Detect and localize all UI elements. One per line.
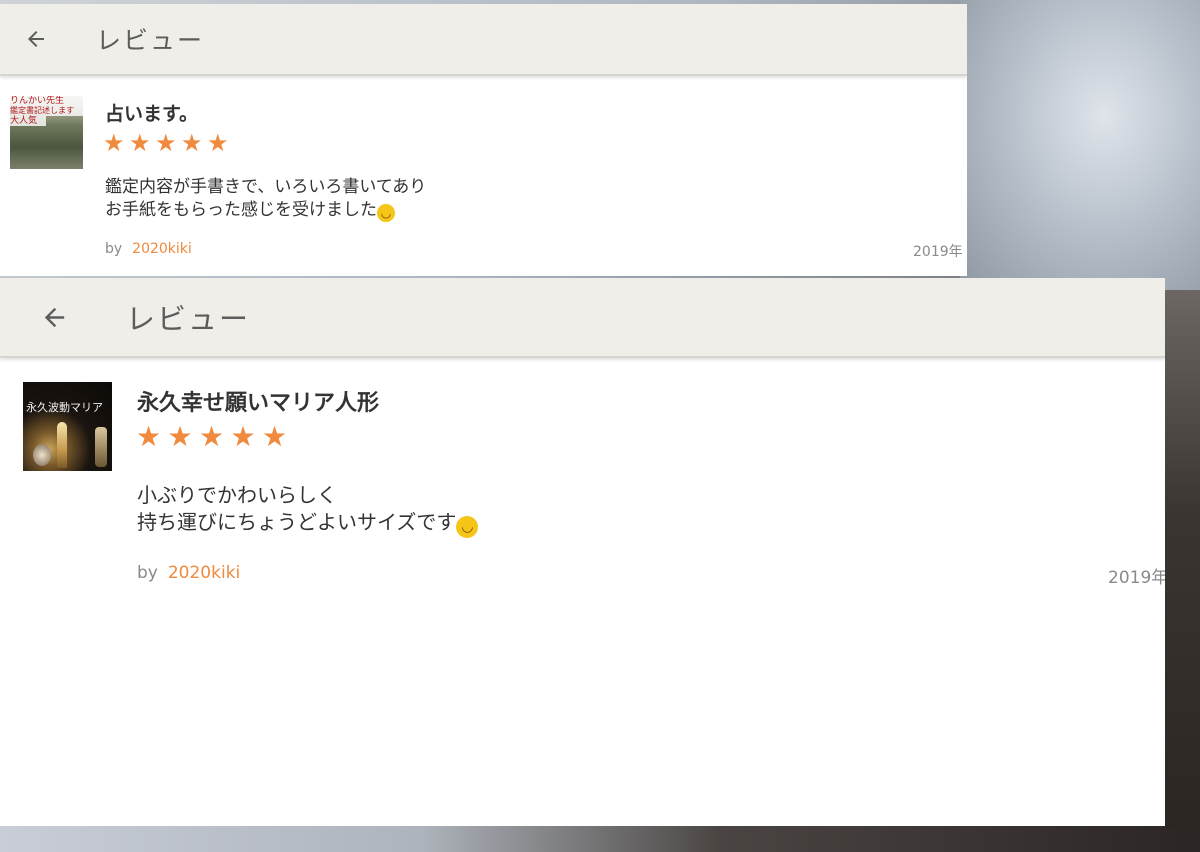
by-label: by [105,241,123,257]
product-title: 永久幸せ願いマリア人形 [137,391,380,416]
review-body-line: 鑑定内容が手書きで、いろいろ書いてあり [105,177,427,197]
author-link[interactable]: 2020kiki [168,563,240,583]
review-screen-1: レビュー りんかい先生 鑑定書記述します 大人気 占います。 ★ ★ ★ ★ ★… [0,4,967,276]
page-title: レビュー [126,302,251,336]
review-body-line: お手紙をもらった感じを受けました [105,200,377,220]
review-meta: by 2020kiki [137,563,240,583]
thumbnail-text: 鑑定書記述します [10,106,83,116]
star-rating: ★ ★ ★ ★ ★ [136,423,294,451]
review-body: 小ぶりでかわいらしく 持ち運びにちょうどよいサイズです ◡ [137,482,479,538]
thumbnail-figure [57,422,67,468]
star-icon: ★ [262,420,288,453]
review-meta: by 2020kiki [105,241,192,257]
author-link[interactable]: 2020kiki [132,241,192,257]
back-button[interactable] [16,19,56,59]
review-screen-2: レビュー 永久波動マリア 永久幸せ願いマリア人形 ★ ★ ★ ★ ★ 小ぶりでか… [0,278,1165,826]
app-bar: レビュー [0,4,967,76]
review-date: 2019年 [913,244,963,260]
product-thumbnail[interactable]: りんかい先生 鑑定書記述します 大人気 [10,96,83,169]
smiling-face-emoji-icon: ◡ [456,516,479,538]
background-photo-bottom [0,826,1200,852]
thumbnail-text: 大人気 [10,116,46,126]
star-icon: ★ [230,420,256,453]
star-icon: ★ [181,129,203,157]
by-label: by [137,563,158,583]
review-body-line: 持ち運びにちょうどよいサイズです [137,510,457,534]
thumbnail-figure [95,427,107,467]
star-icon: ★ [136,420,162,453]
thumbnail-figure [33,444,51,466]
background-photo-top-right [960,0,1200,290]
background-photo-right [1160,290,1200,852]
smiling-face-emoji-icon: ◡ [377,204,395,222]
star-icon: ★ [155,129,177,157]
star-rating: ★ ★ ★ ★ ★ [103,131,233,155]
star-icon: ★ [207,129,229,157]
page-title: レビュー [96,26,205,55]
star-icon: ★ [199,420,225,453]
arrow-back-icon [28,31,44,47]
thumbnail-text: りんかい先生 [10,96,83,106]
star-icon: ★ [103,129,125,157]
star-icon: ★ [167,420,193,453]
star-icon: ★ [129,129,151,157]
review-date: 2019年 [1108,568,1165,588]
review-body: 鑑定内容が手書きで、いろいろ書いてあり お手紙をもらった感じを受けました ◡ [105,176,426,222]
back-button[interactable] [30,293,78,341]
review-body-line: 小ぶりでかわいらしく [137,483,337,507]
arrow-back-icon [44,307,64,327]
product-title: 占います。 [105,103,199,125]
app-bar: レビュー [0,278,1165,358]
thumbnail-text: 永久波動マリア [26,401,103,414]
product-thumbnail[interactable]: 永久波動マリア [23,382,112,471]
